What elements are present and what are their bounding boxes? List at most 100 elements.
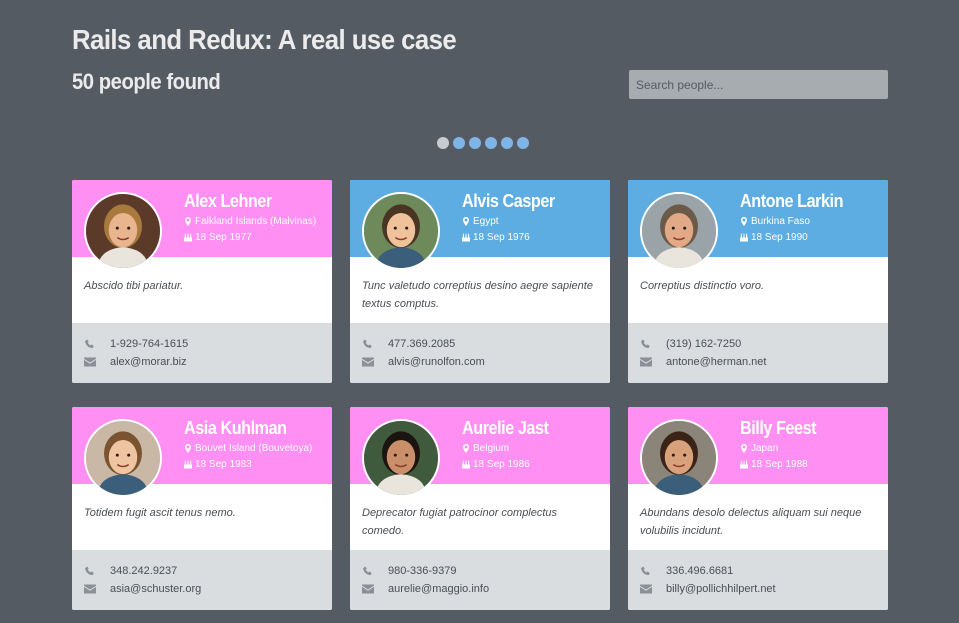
email-row: alvis@runolfon.com [362,353,598,371]
map-marker-icon [185,217,191,226]
email-row: alex@morar.biz [84,353,320,371]
birthdate-row: 18 Sep 1977 [184,232,252,243]
person-birthdate: 18 Sep 1983 [195,459,252,470]
email-row: billy@pollichhilpert.net [640,580,876,598]
people-count: 50 people found [72,69,221,94]
person-card[interactable]: Alvis Casper Egypt 18 Sep 1976 Tunc vale… [350,180,610,383]
envelope-icon [84,584,96,594]
person-phone[interactable]: 348.242.9237 [110,565,177,577]
phone-row: 477.369.2085 [362,335,598,353]
birthday-cake-icon [462,233,470,242]
card-footer: 348.242.9237 asia@schuster.org [72,550,332,610]
map-marker-icon [741,217,747,226]
envelope-icon [362,357,374,367]
person-phone[interactable]: 336.496.6681 [666,565,733,577]
phone-icon [85,339,94,349]
person-location: Belgium [473,443,510,454]
people-grid: Alex Lehner Falkland Islands (Malvinas) … [72,180,888,610]
pagination-dot[interactable] [453,137,465,149]
person-birthdate: 18 Sep 1976 [473,232,530,243]
birthdate-row: 18 Sep 1990 [740,232,808,243]
avatar [640,192,718,270]
phone-row: 348.242.9237 [84,562,320,580]
birthdate-row: 18 Sep 1983 [184,459,252,470]
card-footer: 980-336-9379 aurelie@maggio.info [350,550,610,610]
person-email[interactable]: alvis@runolfon.com [388,356,485,368]
card-header: Aurelie Jast Belgium 18 Sep 1986 [350,407,610,497]
portrait-image [364,421,438,495]
birthday-cake-icon [740,233,748,242]
person-birthdate: 18 Sep 1988 [751,459,808,470]
card-header: Asia Kuhlman Bouvet Island (Bouvetoya) 1… [72,407,332,497]
portrait-image [642,421,716,495]
pagination-dot[interactable] [469,137,481,149]
location-row: Japan [740,443,778,454]
card-footer: 1-929-764-1615 alex@morar.biz [72,323,332,383]
person-phone[interactable]: 477.369.2085 [388,338,455,350]
birthday-cake-icon [462,460,470,469]
envelope-icon [362,584,374,594]
card-header: Antone Larkin Burkina Faso 18 Sep 1990 [628,180,888,270]
person-name[interactable]: Alvis Casper [462,191,555,212]
email-row: antone@herman.net [640,353,876,371]
location-row: Falkland Islands (Malvinas) [184,216,316,227]
person-card[interactable]: Asia Kuhlman Bouvet Island (Bouvetoya) 1… [72,407,332,610]
person-email[interactable]: billy@pollichhilpert.net [666,583,776,595]
card-header: Alex Lehner Falkland Islands (Malvinas) … [72,180,332,270]
location-row: Belgium [462,443,509,454]
envelope-icon [640,357,652,367]
person-location: Japan [751,443,779,454]
person-name[interactable]: Alex Lehner [184,191,272,212]
person-card[interactable]: Antone Larkin Burkina Faso 18 Sep 1990 C… [628,180,888,383]
person-email[interactable]: alex@morar.biz [110,356,187,368]
card-footer: 477.369.2085 alvis@runolfon.com [350,323,610,383]
pagination-dot[interactable] [517,137,529,149]
portrait-image [86,194,160,268]
map-marker-icon [741,444,747,453]
person-card[interactable]: Alex Lehner Falkland Islands (Malvinas) … [72,180,332,383]
envelope-icon [84,357,96,367]
pagination-dot[interactable] [485,137,497,149]
birthdate-row: 18 Sep 1988 [740,459,808,470]
card-footer: (319) 162-7250 antone@herman.net [628,323,888,383]
portrait-image [364,194,438,268]
page-title: Rails and Redux: A real use case [72,24,457,55]
person-phone[interactable]: 1-929-764-1615 [110,338,188,350]
person-location: Falkland Islands (Malvinas) [195,216,317,227]
pagination-dot[interactable] [437,137,449,149]
map-marker-icon [463,217,469,226]
phone-row: (319) 162-7250 [640,335,876,353]
person-birthdate: 18 Sep 1986 [473,459,530,470]
email-row: aurelie@maggio.info [362,580,598,598]
portrait-image [86,421,160,495]
phone-icon [641,566,650,576]
phone-icon [641,339,650,349]
person-card[interactable]: Aurelie Jast Belgium 18 Sep 1986 Depreca… [350,407,610,610]
location-row: Bouvet Island (Bouvetoya) [184,443,312,454]
person-email[interactable]: antone@herman.net [666,356,766,368]
person-birthdate: 18 Sep 1977 [195,232,252,243]
pagination-dot[interactable] [501,137,513,149]
portrait-image [642,194,716,268]
search-input[interactable] [629,70,888,99]
map-marker-icon [185,444,191,453]
birthdate-row: 18 Sep 1986 [462,459,530,470]
birthday-cake-icon [740,460,748,469]
person-name[interactable]: Asia Kuhlman [184,418,287,439]
person-email[interactable]: aurelie@maggio.info [388,583,489,595]
person-name[interactable]: Aurelie Jast [462,418,549,439]
map-marker-icon [463,444,469,453]
person-name[interactable]: Antone Larkin [740,191,844,212]
location-row: Burkina Faso [740,216,810,227]
phone-row: 336.496.6681 [640,562,876,580]
avatar [640,419,718,497]
avatar [362,192,440,270]
person-phone[interactable]: (319) 162-7250 [666,338,741,350]
person-location: Bouvet Island (Bouvetoya) [195,443,313,454]
person-name[interactable]: Billy Feest [740,418,817,439]
person-card[interactable]: Billy Feest Japan 18 Sep 1988 Abundans d… [628,407,888,610]
person-phone[interactable]: 980-336-9379 [388,565,457,577]
person-email[interactable]: asia@schuster.org [110,583,201,595]
phone-icon [363,566,372,576]
card-header: Billy Feest Japan 18 Sep 1988 [628,407,888,497]
